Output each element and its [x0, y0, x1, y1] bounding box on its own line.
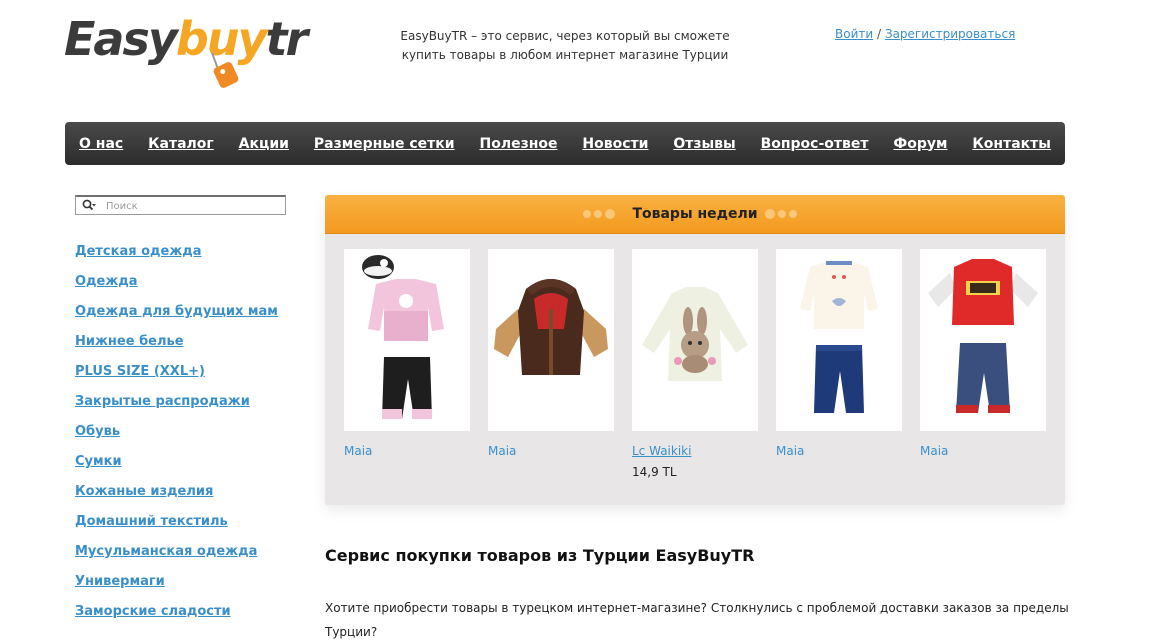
category-link[interactable]: Кожаные изделия — [75, 484, 213, 499]
tag-hole — [219, 68, 227, 75]
product-image[interactable] — [920, 249, 1046, 431]
login-link[interactable]: Войти — [835, 27, 873, 41]
category-item: Детская одежда — [75, 240, 278, 270]
search-input[interactable] — [106, 198, 276, 214]
products-of-week-header: Товары недели — [325, 195, 1065, 234]
hooded-vest-image — [494, 279, 608, 375]
category-link[interactable]: Обувь — [75, 424, 120, 439]
category-item: Одежда для будущих мам — [75, 300, 278, 330]
dot-icon — [778, 210, 786, 218]
nav-item-useful[interactable]: Полезное — [479, 136, 557, 152]
product-card: Lc Waikiki 14,9 TL — [632, 249, 758, 479]
product-brand-link[interactable]: Lc Waikiki — [632, 444, 758, 458]
product-card: Maia — [488, 249, 614, 465]
tagline-line-2: купить товары в любом интернет магазине … — [401, 48, 729, 62]
category-link[interactable]: Одежда для будущих мам — [75, 304, 278, 319]
logo-part-tr: tr — [265, 12, 309, 66]
category-link[interactable]: Одежда — [75, 274, 138, 289]
category-item: Закрытые распродажи — [75, 390, 278, 420]
category-item: Заморские сладости — [75, 600, 278, 630]
nav-item-about[interactable]: О нас — [79, 136, 123, 152]
product-card: Maia — [920, 249, 1046, 465]
category-item: Обувь — [75, 420, 278, 450]
dot-icon — [789, 210, 797, 218]
site-tagline: EasyBuyTR – это сервис, через который вы… — [398, 27, 732, 65]
product-image[interactable] — [776, 249, 902, 431]
red-top-jeans-image — [928, 259, 1038, 413]
category-link[interactable]: Нижнее белье — [75, 334, 184, 349]
category-link[interactable]: Домашний текстиль — [75, 514, 228, 529]
products-of-week-title: Товары недели — [632, 206, 758, 222]
nav-item-faq[interactable]: Вопрос-ответ — [761, 136, 869, 152]
article-title: Сервис покупки товаров из Турции EasyBuy… — [325, 546, 755, 565]
logo-wordmark: Easybuytr — [64, 12, 309, 66]
article-text: Хотите приобрести товары в турецком инте… — [325, 601, 1069, 639]
product-brand-link[interactable]: Maia — [488, 444, 614, 458]
product-brand-link[interactable]: Maia — [776, 444, 902, 458]
category-item: Мусульманская одежда — [75, 540, 278, 570]
product-brand-link[interactable]: Maia — [344, 444, 470, 458]
category-link[interactable]: Сумки — [75, 454, 122, 469]
auth-links: Войти / Зарегистрироваться — [835, 27, 1015, 41]
nav-item-forum[interactable]: Форум — [893, 136, 947, 152]
logo-part-easy: Easy — [64, 12, 178, 66]
category-link[interactable]: Закрытые распродажи — [75, 394, 250, 409]
product-brand-link[interactable]: Maia — [920, 444, 1046, 458]
category-item: Кожаные изделия — [75, 480, 278, 510]
category-link[interactable]: Универмаги — [75, 574, 165, 589]
category-link[interactable]: Заморские сладости — [75, 604, 231, 619]
product-image[interactable] — [632, 249, 758, 431]
nav-item-news[interactable]: Новости — [582, 136, 648, 152]
category-link[interactable]: Мусульманская одежда — [75, 544, 257, 559]
nav-item-catalog[interactable]: Каталог — [148, 136, 214, 152]
tagline-line-1: EasyBuyTR – это сервис, через который вы… — [400, 29, 730, 43]
nav-item-contacts[interactable]: Контакты — [972, 136, 1051, 152]
product-image[interactable] — [488, 249, 614, 431]
category-link[interactable]: Детская одежда — [75, 244, 202, 259]
nav-item-size-charts[interactable]: Размерные сетки — [314, 136, 455, 152]
category-item: Сумки — [75, 450, 278, 480]
category-item: Одежда — [75, 270, 278, 300]
main-nav: О нас Каталог Акции Размерные сетки Поле… — [65, 122, 1065, 165]
auth-separator: / — [877, 27, 882, 41]
decorative-dots-right-icon — [765, 209, 797, 219]
category-list: Детская одежда Одежда Одежда для будущих… — [75, 240, 278, 630]
white-top-jeans-image — [800, 261, 878, 413]
register-link[interactable]: Зарегистрироваться — [885, 27, 1015, 41]
logo-part-buy: buy — [175, 12, 268, 66]
nav-item-reviews[interactable]: Отзывы — [673, 136, 735, 152]
pink-outfit-image — [362, 255, 444, 419]
dot-icon — [765, 209, 775, 219]
products-of-week-panel: Товары недели Maia Maia Lc Waikiki 14,9 … — [325, 195, 1065, 505]
category-item: Универмаги — [75, 570, 278, 600]
search-box — [75, 195, 286, 215]
category-item: Нижнее белье — [75, 330, 278, 360]
category-item: Домашний текстиль — [75, 510, 278, 540]
bunny-sweatshirt-image — [642, 287, 748, 381]
category-item: PLUS SIZE (XXL+) — [75, 360, 278, 390]
product-card: Maia — [344, 249, 470, 465]
search-icon[interactable] — [82, 199, 96, 213]
site-logo[interactable]: Easybuytr — [64, 10, 308, 95]
product-price: 14,9 TL — [632, 465, 677, 479]
product-card: Maia — [776, 249, 902, 465]
product-image[interactable] — [344, 249, 470, 431]
category-link[interactable]: PLUS SIZE (XXL+) — [75, 364, 205, 379]
nav-item-promotions[interactable]: Акции — [239, 136, 289, 152]
